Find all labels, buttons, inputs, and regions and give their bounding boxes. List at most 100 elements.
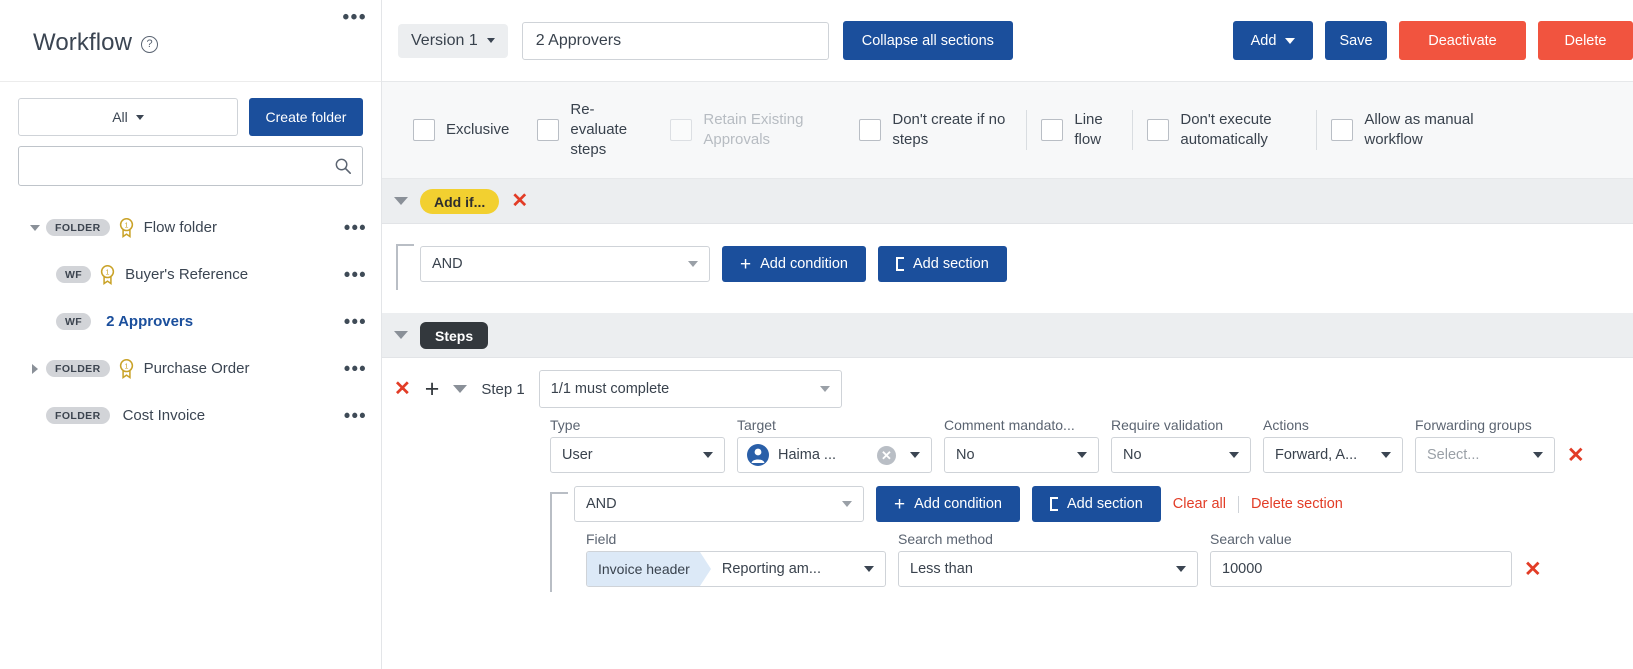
workflow-name-input[interactable] bbox=[522, 22, 829, 60]
step-condition-block: AND + Add condition Add section bbox=[382, 486, 1633, 592]
folder-filter-label: All bbox=[112, 109, 128, 125]
delete-add-if-icon[interactable]: ✕ bbox=[511, 191, 528, 211]
actions-label: Actions bbox=[1263, 417, 1403, 433]
chevron-down-icon bbox=[1077, 452, 1087, 458]
tree-item-cost-invoice[interactable]: FOLDER Cost Invoice ••• bbox=[0, 392, 381, 439]
type-select[interactable]: User bbox=[550, 437, 725, 473]
tree-item-kebab-icon[interactable]: ••• bbox=[344, 316, 367, 326]
add-condition-button[interactable]: + Add condition bbox=[722, 246, 866, 282]
checkbox-exclusive[interactable] bbox=[413, 119, 435, 141]
checkbox-dont-execute-automatically[interactable] bbox=[1147, 119, 1169, 141]
add-section-button[interactable]: Add section bbox=[878, 246, 1007, 282]
delete-condition-icon[interactable]: ✕ bbox=[1524, 557, 1542, 582]
field-require-validation: Require validation No bbox=[1111, 417, 1251, 473]
add-button-label: Add bbox=[1251, 33, 1277, 49]
actions-select[interactable]: Forward, A... bbox=[1263, 437, 1403, 473]
step-condition-operator-select[interactable]: AND bbox=[574, 486, 864, 522]
twisty-expanded-icon[interactable] bbox=[24, 225, 46, 231]
checkbox-dont-create-if-no-steps[interactable] bbox=[859, 119, 881, 141]
folder-filter-dropdown[interactable]: All bbox=[18, 98, 238, 136]
add-if-operator-select[interactable]: AND bbox=[420, 246, 710, 282]
toolbar-actions: Add Save Deactivate Delete bbox=[1233, 21, 1633, 60]
delete-step-icon[interactable]: ✕ bbox=[394, 379, 411, 399]
option-re-evaluate-steps[interactable]: Re-evaluate steps bbox=[523, 100, 656, 159]
tree-item-label: Cost Invoice bbox=[123, 407, 206, 424]
step-add-condition-button[interactable]: + Add condition bbox=[876, 486, 1020, 522]
search-input[interactable] bbox=[29, 157, 334, 175]
tree-item-2-approvers[interactable]: WF 2 Approvers ••• bbox=[0, 298, 381, 345]
option-line-flow[interactable]: Line flow bbox=[1027, 110, 1132, 150]
comment-mandatory-select[interactable]: No bbox=[944, 437, 1099, 473]
tree-item-kebab-icon[interactable]: ••• bbox=[344, 363, 367, 373]
option-dont-execute-automatically[interactable]: Don't execute automatically bbox=[1133, 110, 1316, 150]
tree-item-chip: FOLDER bbox=[46, 360, 110, 378]
checkbox-re-evaluate-steps[interactable] bbox=[537, 119, 559, 141]
option-exclusive[interactable]: Exclusive bbox=[399, 119, 523, 141]
search-method-select[interactable]: Less than bbox=[898, 551, 1198, 587]
field-forwarding-groups: Forwarding groups Select... bbox=[1415, 417, 1555, 473]
tree-item-kebab-icon[interactable]: ••• bbox=[344, 269, 367, 279]
chevron-down-icon bbox=[910, 452, 920, 458]
chevron-down-icon bbox=[1285, 38, 1295, 44]
add-section-label: Add section bbox=[1067, 496, 1143, 512]
help-circle-icon[interactable]: ? bbox=[141, 36, 158, 53]
target-select[interactable]: Haima ... ✕ bbox=[737, 437, 932, 473]
chevron-down-icon bbox=[487, 38, 495, 43]
collapse-step-caret-icon[interactable] bbox=[453, 385, 467, 393]
delete-section-link[interactable]: Delete section bbox=[1251, 496, 1343, 512]
step-add-section-button[interactable]: Add section bbox=[1032, 486, 1161, 522]
tree-item-buyers-reference[interactable]: WF 1 Buyer's Reference ••• bbox=[0, 251, 381, 298]
option-allow-as-manual-workflow[interactable]: Allow as manual workflow bbox=[1317, 110, 1504, 150]
save-button[interactable]: Save bbox=[1325, 21, 1387, 60]
operator-value: AND bbox=[586, 496, 617, 512]
version-dropdown[interactable]: Version 1 bbox=[398, 24, 508, 58]
tree-item-kebab-icon[interactable]: ••• bbox=[344, 222, 367, 232]
delete-step-row-icon[interactable]: ✕ bbox=[1567, 443, 1585, 468]
add-step-icon[interactable]: + bbox=[425, 377, 440, 402]
checkbox-retain-existing-approvals bbox=[670, 119, 692, 141]
delete-button[interactable]: Delete bbox=[1538, 21, 1633, 60]
clear-all-link[interactable]: Clear all bbox=[1173, 496, 1226, 512]
chevron-down-icon bbox=[820, 386, 830, 392]
condition-search-method: Search method Less than bbox=[898, 531, 1198, 587]
create-folder-button[interactable]: Create folder bbox=[249, 98, 363, 136]
chevron-down-icon bbox=[688, 261, 698, 267]
comment-value: No bbox=[956, 447, 975, 463]
clear-target-icon[interactable]: ✕ bbox=[877, 446, 896, 465]
require-validation-select[interactable]: No bbox=[1111, 437, 1251, 473]
search-method-value: Less than bbox=[910, 561, 973, 577]
tree-item-kebab-icon[interactable]: ••• bbox=[344, 410, 367, 420]
tree-item-chip: FOLDER bbox=[46, 407, 110, 425]
award-badge-icon: 1 bbox=[117, 217, 136, 238]
deactivate-button[interactable]: Deactivate bbox=[1399, 21, 1526, 60]
chevron-down-icon bbox=[864, 566, 874, 572]
tree-item-flow-folder[interactable]: FOLDER 1 Flow folder ••• bbox=[0, 204, 381, 251]
sidebar-header: ••• Workflow ? bbox=[0, 0, 381, 82]
checkbox-line-flow[interactable] bbox=[1041, 119, 1063, 141]
condition-field-select[interactable]: Invoice header Reporting am... bbox=[586, 551, 886, 587]
field-comment-mandatory: Comment mandato... No bbox=[944, 417, 1099, 473]
add-button[interactable]: Add bbox=[1233, 21, 1313, 60]
step-1-header: ✕ + Step 1 1/1 must complete bbox=[382, 358, 1633, 408]
forwarding-label: Forwarding groups bbox=[1415, 417, 1555, 433]
bracket-icon bbox=[1050, 497, 1058, 511]
twisty-collapsed-icon[interactable] bbox=[24, 364, 46, 374]
search-method-label: Search method bbox=[898, 531, 1198, 547]
checkbox-allow-as-manual-workflow[interactable] bbox=[1331, 119, 1353, 141]
sidebar-kebab-icon[interactable]: ••• bbox=[343, 12, 367, 24]
tree-item-purchase-order[interactable]: FOLDER 1 Purchase Order ••• bbox=[0, 345, 381, 392]
page-title: Workflow bbox=[33, 29, 132, 57]
forwarding-placeholder: Select... bbox=[1427, 447, 1479, 463]
step-completion-rule-select[interactable]: 1/1 must complete bbox=[539, 370, 842, 408]
tree-item-chip: WF bbox=[56, 266, 91, 284]
group-bracket bbox=[396, 244, 414, 290]
option-label: Don't create if no steps bbox=[892, 110, 1012, 150]
sidebar-search-box[interactable] bbox=[18, 146, 363, 186]
option-dont-create-if-no-steps[interactable]: Don't create if no steps bbox=[845, 110, 1026, 150]
collapse-caret-icon[interactable] bbox=[394, 331, 408, 339]
chevron-down-icon bbox=[703, 452, 713, 458]
collapse-caret-icon[interactable] bbox=[394, 197, 408, 205]
collapse-all-sections-button[interactable]: Collapse all sections bbox=[843, 21, 1013, 60]
forwarding-groups-select[interactable]: Select... bbox=[1415, 437, 1555, 473]
search-value-input[interactable]: 10000 bbox=[1210, 551, 1512, 587]
